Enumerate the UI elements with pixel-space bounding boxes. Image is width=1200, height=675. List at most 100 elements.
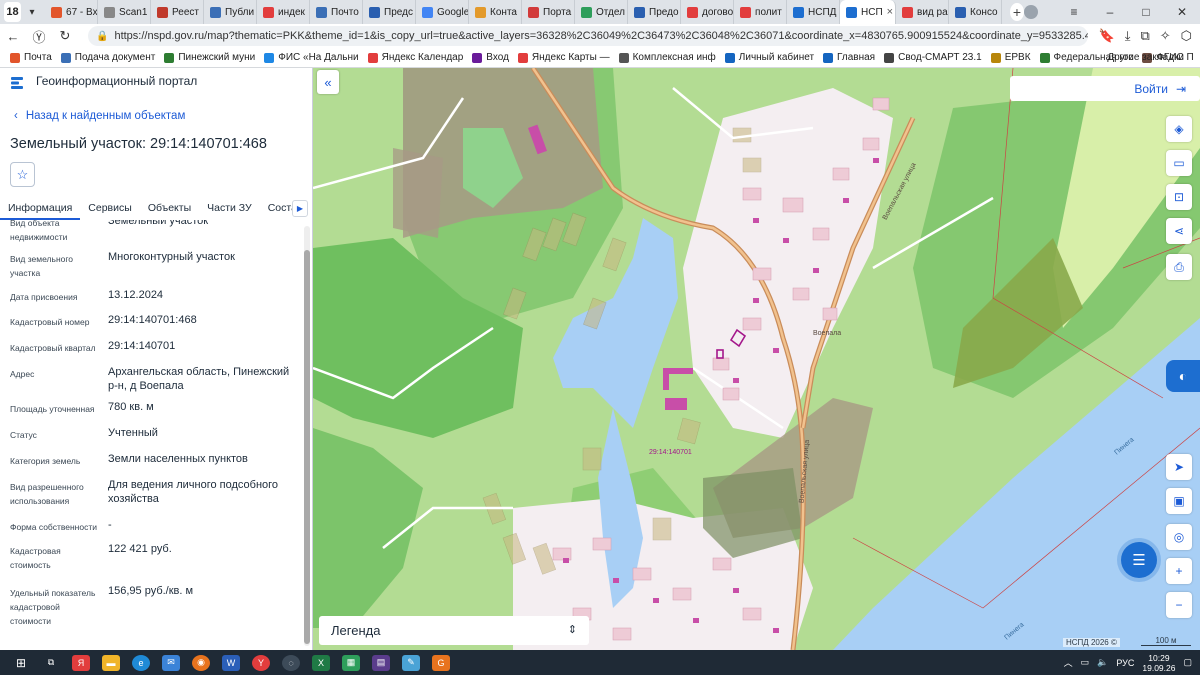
browser-tab[interactable]: НСП × bbox=[840, 0, 897, 24]
zoom-out-button[interactable]: − bbox=[1166, 592, 1192, 618]
bookmark-item[interactable]: Подача документ bbox=[60, 52, 155, 63]
word-icon[interactable]: W bbox=[222, 654, 240, 671]
extension-icon[interactable]: ⧉ bbox=[1140, 28, 1149, 44]
basemap-button[interactable]: ▣ bbox=[1166, 488, 1192, 514]
favorite-button[interactable]: ☆ bbox=[10, 162, 35, 187]
remote-app-icon[interactable]: ▤ bbox=[372, 654, 390, 671]
maximize-icon[interactable]: □ bbox=[1128, 5, 1164, 19]
bookmark-item[interactable]: Главная bbox=[823, 52, 875, 63]
info-tab[interactable]: Сервисы bbox=[80, 198, 140, 220]
browser-tab[interactable]: 67 - Вх bbox=[45, 0, 99, 24]
windows-start-icon[interactable]: ⊞ bbox=[12, 655, 30, 671]
bookmark-item[interactable]: ФИС «На Дальни bbox=[264, 52, 359, 63]
edge-icon[interactable]: e bbox=[132, 654, 150, 671]
volume-icon[interactable]: 🔈 bbox=[1097, 657, 1108, 668]
browser-tab[interactable]: Конта bbox=[469, 0, 523, 24]
browser-tab[interactable]: Scan1 bbox=[98, 0, 152, 24]
clock[interactable]: 10:29 19.09.26 bbox=[1142, 653, 1175, 673]
language-indicator[interactable]: РУС bbox=[1116, 658, 1134, 668]
network-icon[interactable]: ▭ bbox=[1081, 657, 1090, 668]
profile-avatar[interactable] bbox=[1024, 5, 1038, 19]
mail-icon[interactable]: ✉ bbox=[162, 654, 180, 671]
locate-button[interactable]: ◎ bbox=[1166, 524, 1192, 550]
clock-time: 10:29 bbox=[1148, 652, 1170, 663]
browser-tab[interactable]: Google bbox=[416, 0, 470, 24]
map-canvas[interactable] bbox=[313, 68, 1200, 650]
back-to-results-link[interactable]: ‹ Назад к найденным объектам bbox=[14, 110, 185, 122]
chat-button[interactable]: ☰ bbox=[1121, 542, 1157, 578]
select-area-button[interactable]: ⊡ bbox=[1166, 184, 1192, 210]
bookmark-item[interactable]: ЕРВК bbox=[990, 52, 1031, 63]
login-button[interactable]: Войти ⇥ bbox=[1010, 76, 1200, 101]
info-tab[interactable]: Части ЗУ bbox=[199, 198, 260, 220]
yandex-browser-icon[interactable]: Y bbox=[252, 654, 270, 671]
yandex-home-icon[interactable]: Ⓨ bbox=[26, 27, 52, 46]
print-button[interactable]: ⎙ bbox=[1166, 254, 1192, 280]
tab-counter[interactable]: 18 bbox=[4, 2, 22, 22]
url-text: https://nspd.gov.ru/map?thematic=PKK&the… bbox=[114, 30, 1088, 42]
bookmark-item[interactable]: Личный кабинет bbox=[724, 52, 814, 63]
shield-icon[interactable]: ⬡ bbox=[1181, 28, 1192, 44]
browser-tab[interactable]: Почто bbox=[310, 0, 364, 24]
yandex-icon[interactable]: Я bbox=[72, 654, 90, 671]
app-grid-icon[interactable]: ▦ bbox=[342, 654, 360, 671]
browser-tab[interactable]: НСПД bbox=[787, 0, 841, 24]
browser-tab[interactable]: Публи bbox=[204, 0, 258, 24]
zoom-in-button[interactable]: + bbox=[1166, 558, 1192, 584]
panel-scrollbar-thumb[interactable] bbox=[304, 250, 310, 644]
bookmark-item[interactable]: Яндекс Карты — bbox=[517, 52, 610, 63]
collapse-panel-button[interactable]: « bbox=[317, 70, 339, 94]
browser-tab[interactable]: вид ра bbox=[896, 0, 950, 24]
browser-tab[interactable]: догово bbox=[681, 0, 735, 24]
notes-icon[interactable]: ✎ bbox=[402, 654, 420, 671]
info-tab[interactable]: Объекты bbox=[140, 198, 199, 220]
browser-tab[interactable]: Порта bbox=[522, 0, 576, 24]
tray-up-icon[interactable]: ︿ bbox=[1064, 656, 1073, 669]
ruler-button[interactable]: ▭ bbox=[1166, 150, 1192, 176]
bookmark-item[interactable]: Комплексная инф bbox=[618, 52, 716, 63]
tab-favicon-icon bbox=[422, 6, 434, 18]
menu-icon[interactable]: ≡ bbox=[1056, 5, 1092, 19]
other-bookmarks[interactable]: Другие закладки bbox=[1107, 52, 1184, 63]
bookmark-item[interactable]: Почта bbox=[10, 52, 52, 63]
notifications-icon[interactable]: ▢ bbox=[1183, 657, 1192, 668]
share-button[interactable]: ⋖ bbox=[1166, 218, 1192, 244]
info-tab[interactable]: Информация bbox=[0, 198, 81, 220]
select-area-icon: ⊡ bbox=[1173, 190, 1185, 204]
side-logo-button[interactable]: ◐ bbox=[1166, 360, 1200, 392]
new-tab-button[interactable]: + bbox=[1010, 3, 1024, 21]
bookmark-icon[interactable]: 🔖 bbox=[1099, 28, 1115, 44]
bookmark-item[interactable]: Яндекс Календар bbox=[367, 52, 463, 63]
puzzle-icon[interactable]: ✧ bbox=[1160, 28, 1171, 44]
reload-icon[interactable]: ↻ bbox=[52, 28, 78, 44]
browser-tab[interactable]: Предс bbox=[363, 0, 417, 24]
browser-tab[interactable]: Отдел bbox=[575, 0, 629, 24]
browser-tab[interactable]: Реест bbox=[151, 0, 205, 24]
file-explorer-icon[interactable]: ▬ bbox=[102, 654, 120, 671]
browser-tab[interactable]: Предо bbox=[628, 0, 682, 24]
panel-scrollbar[interactable] bbox=[304, 226, 310, 646]
browser-tab[interactable]: полит bbox=[734, 0, 788, 24]
navigate-button[interactable]: ➤ bbox=[1166, 454, 1192, 480]
back-arrow-icon[interactable]: ← bbox=[0, 29, 26, 44]
bookmark-item[interactable]: Вход bbox=[472, 52, 509, 63]
tabs-scroll-right-button[interactable]: ▶ bbox=[292, 200, 308, 217]
excel-icon[interactable]: X bbox=[312, 654, 330, 671]
firefox-icon[interactable]: ◉ bbox=[192, 654, 210, 671]
layers-button[interactable]: ◈ bbox=[1166, 116, 1192, 142]
map-view[interactable]: Воепала 29:14:140701 Воепальская улица В… bbox=[313, 68, 1200, 650]
close-window-icon[interactable]: ✕ bbox=[1164, 5, 1200, 19]
task-view-icon[interactable]: ⧉ bbox=[42, 655, 60, 671]
chrome-icon[interactable]: ◌ bbox=[282, 654, 300, 671]
download-icon[interactable]: ⤓ bbox=[1125, 28, 1131, 44]
tab-close-icon[interactable]: × bbox=[887, 6, 893, 18]
bookmark-item[interactable]: Пинежский муни bbox=[164, 52, 255, 63]
minimize-icon[interactable]: – bbox=[1092, 5, 1128, 19]
browser-tab[interactable]: индек bbox=[257, 0, 311, 24]
tab-list-chevron-icon[interactable]: ▾ bbox=[25, 3, 39, 21]
browser-tab[interactable]: Консо bbox=[949, 0, 1003, 24]
legend-dropdown[interactable]: Легенда ⇕ bbox=[319, 616, 589, 645]
pdf-app-icon[interactable]: G bbox=[432, 654, 450, 671]
bookmark-item[interactable]: Свод-СМАРТ 23.1 bbox=[884, 52, 982, 63]
url-input[interactable]: 🔒 https://nspd.gov.ru/map?thematic=PKK&t… bbox=[88, 26, 1088, 46]
